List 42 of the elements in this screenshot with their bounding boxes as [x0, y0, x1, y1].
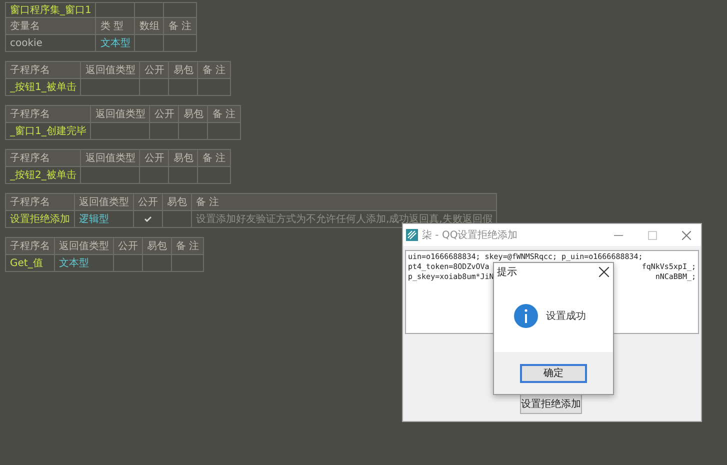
table-cell: _按钮2_被单击 — [6, 166, 81, 184]
column-header: 公开 — [114, 238, 142, 254]
column-header: 类 型 — [96, 18, 135, 34]
column-header: 公开 — [140, 62, 169, 78]
column-header: 子程序名 — [6, 194, 74, 210]
column-header: 备 注 — [164, 18, 196, 34]
column-header: 备 注 — [192, 194, 497, 210]
column-header: 子程序名 — [6, 62, 81, 78]
column-header: 返回值类型 — [80, 62, 140, 78]
column-header: 返回值类型 — [54, 238, 114, 254]
column-header: 易包 — [168, 150, 198, 166]
column-header: 备 注 — [172, 238, 204, 254]
table-cell: cookie — [6, 34, 96, 52]
column-header: 易包 — [178, 106, 208, 122]
table-cell: 窗口程序集_窗口1 — [6, 2, 96, 18]
column-header: 返回值类型 — [90, 106, 150, 122]
column-header: 子程序名 — [6, 238, 54, 254]
table-cell: _按钮1_被单击 — [6, 78, 81, 96]
column-header: 备 注 — [198, 150, 230, 166]
window-title: 柒 - QQ设置拒绝添加 — [422, 228, 519, 242]
column-header: 公开 — [150, 106, 179, 122]
table-cell: _窗口1_创建完毕 — [6, 122, 91, 140]
column-header: 公开 — [140, 150, 169, 166]
column-header: 易包 — [168, 62, 198, 78]
column-header: 数组 — [134, 18, 164, 34]
column-header: 易包 — [142, 238, 172, 254]
table-cell: 设置拒绝添加 — [6, 210, 74, 228]
column-header: 变量名 — [6, 18, 96, 34]
dialog-title: 提示 — [497, 266, 517, 279]
column-header: 返回值类型 — [80, 150, 140, 166]
column-header: 备 注 — [198, 62, 230, 78]
table-cell: Get_值 — [6, 254, 54, 272]
column-header: 易包 — [162, 194, 192, 210]
column-header: 备 注 — [208, 106, 240, 122]
table-cell: 文本型 — [54, 254, 114, 272]
column-header: 公开 — [134, 194, 162, 210]
column-header: 子程序名 — [6, 150, 81, 166]
table-cell: 逻辑型 — [74, 210, 134, 228]
table-cell: 文本型 — [96, 34, 135, 52]
dialog-message: 设置成功 — [546, 310, 586, 322]
column-header: 子程序名 — [6, 106, 91, 122]
column-header: 返回值类型 — [74, 194, 134, 210]
